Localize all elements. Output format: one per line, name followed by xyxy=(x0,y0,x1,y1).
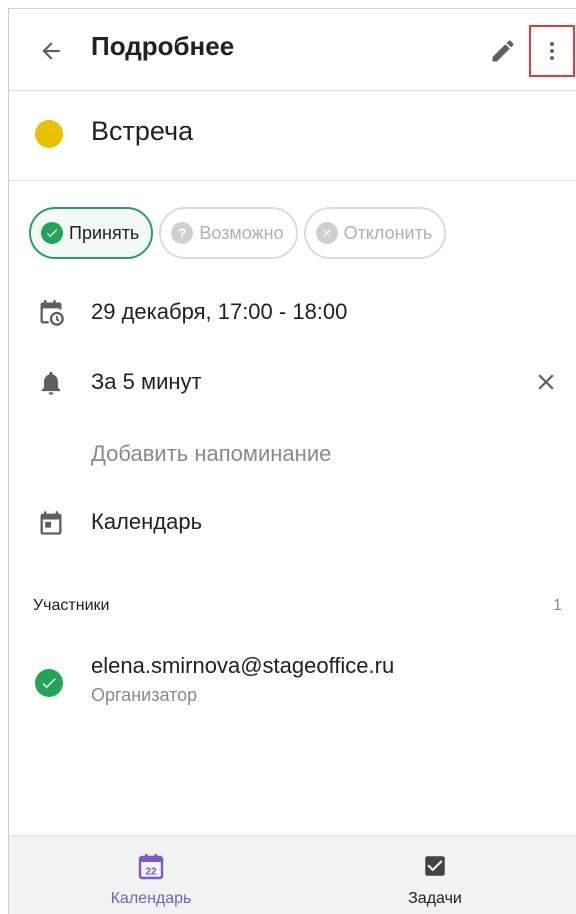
screen: Подробнее Встреча Принять ? Возможно Отк… xyxy=(8,8,576,914)
nav-calendar-label: Календарь xyxy=(110,890,192,907)
maybe-label: Возможно xyxy=(199,222,284,243)
calendar-name: Календарь xyxy=(91,509,203,534)
check-circle-icon xyxy=(35,669,63,697)
reminder-row[interactable]: За 5 минут xyxy=(9,359,576,407)
datetime-row[interactable]: 29 декабря, 17:00 - 18:00 xyxy=(9,289,576,337)
participants-count: 1 xyxy=(553,597,562,614)
decline-label: Отклонить xyxy=(343,222,433,243)
participants-label: Участники xyxy=(33,597,110,614)
checkbox-icon xyxy=(421,852,449,880)
calendar-row[interactable]: Календарь xyxy=(9,499,576,547)
bottom-navigation: 22 Календарь Задачи xyxy=(9,835,576,914)
edit-button[interactable] xyxy=(487,35,519,67)
event-header: Встреча xyxy=(9,91,576,181)
accept-chip[interactable]: Принять xyxy=(29,207,154,259)
participant-role: Организатор xyxy=(91,685,198,705)
nav-tasks[interactable]: Задачи xyxy=(293,836,576,914)
event-title: Встреча xyxy=(91,116,194,146)
calendar-clock-icon xyxy=(35,297,67,329)
page-title: Подробнее xyxy=(91,31,235,61)
participant-item[interactable]: elena.smirnova@stageoffice.ru Организато… xyxy=(9,647,576,717)
back-arrow-icon xyxy=(42,42,60,60)
reminder-text: За 5 минут xyxy=(91,369,202,394)
more-options-button[interactable] xyxy=(529,25,575,77)
app-bar: Подробнее xyxy=(9,9,576,91)
back-button[interactable] xyxy=(35,35,67,67)
accept-label: Принять xyxy=(69,222,140,243)
decline-chip[interactable]: Отклонить xyxy=(303,207,447,259)
calendar-icon xyxy=(35,507,67,539)
remove-reminder-button[interactable] xyxy=(529,365,563,399)
more-vert-icon xyxy=(550,42,554,60)
nav-calendar[interactable]: 22 Календарь xyxy=(9,836,293,914)
nav-tasks-label: Задачи xyxy=(408,890,462,907)
check-circle-icon xyxy=(41,222,63,244)
pencil-icon xyxy=(492,40,514,62)
event-datetime: 29 декабря, 17:00 - 18:00 xyxy=(91,299,348,324)
maybe-chip[interactable]: ? Возможно xyxy=(159,207,298,259)
event-color-dot xyxy=(35,120,63,148)
participant-email: elena.smirnova@stageoffice.ru xyxy=(91,653,395,678)
rsvp-chips: Принять ? Возможно Отклонить xyxy=(29,207,447,259)
bell-icon xyxy=(35,367,67,399)
close-icon xyxy=(538,374,554,390)
calendar-day-number: 22 xyxy=(145,867,157,878)
cancel-circle-icon xyxy=(315,222,338,244)
calendar-day-icon: 22 xyxy=(137,852,165,880)
help-circle-icon: ? xyxy=(171,222,194,244)
add-reminder-link[interactable]: Добавить напоминание xyxy=(91,441,331,467)
